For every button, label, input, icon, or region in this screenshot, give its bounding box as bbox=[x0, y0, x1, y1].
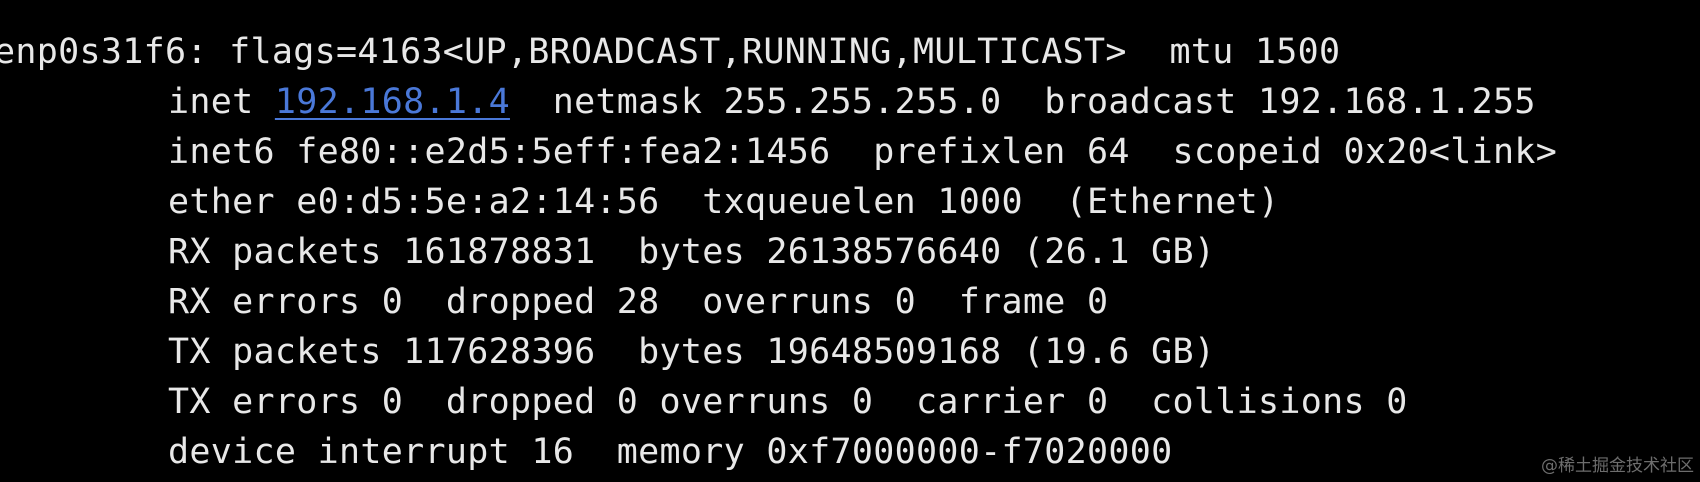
inet-label: inet bbox=[168, 82, 275, 122]
interface-header-line: enp0s31f6: flags=4163<UP,BROADCAST,RUNNI… bbox=[0, 32, 1341, 72]
inet6-line: inet6 fe80::e2d5:5eff:fea2:1456 prefixle… bbox=[168, 132, 1558, 172]
netmask-broadcast-text: netmask 255.255.255.0 broadcast 192.168.… bbox=[509, 82, 1536, 122]
tx-errors-line: TX errors 0 dropped 0 overruns 0 carrier… bbox=[168, 382, 1408, 422]
rx-packets-line: RX packets 161878831 bytes 26138576640 (… bbox=[168, 232, 1216, 272]
ip-address-link[interactable]: 192.168.1.4 bbox=[275, 82, 510, 122]
terminal-output: enp0s31f6: flags=4163<UP,BROADCAST,RUNNI… bbox=[0, 0, 1700, 482]
rx-errors-line: RX errors 0 dropped 28 overruns 0 frame … bbox=[168, 282, 1109, 322]
tx-packets-line: TX packets 117628396 bytes 19648509168 (… bbox=[168, 332, 1216, 372]
watermark-text: @稀土掘金技术社区 bbox=[1541, 456, 1694, 476]
inet-line: inet 192.168.1.4 netmask 255.255.255.0 b… bbox=[168, 77, 1536, 127]
ether-line: ether e0:d5:5e:a2:14:56 txqueuelen 1000 … bbox=[168, 182, 1280, 222]
device-memory-line: device interrupt 16 memory 0xf7000000-f7… bbox=[168, 432, 1173, 472]
